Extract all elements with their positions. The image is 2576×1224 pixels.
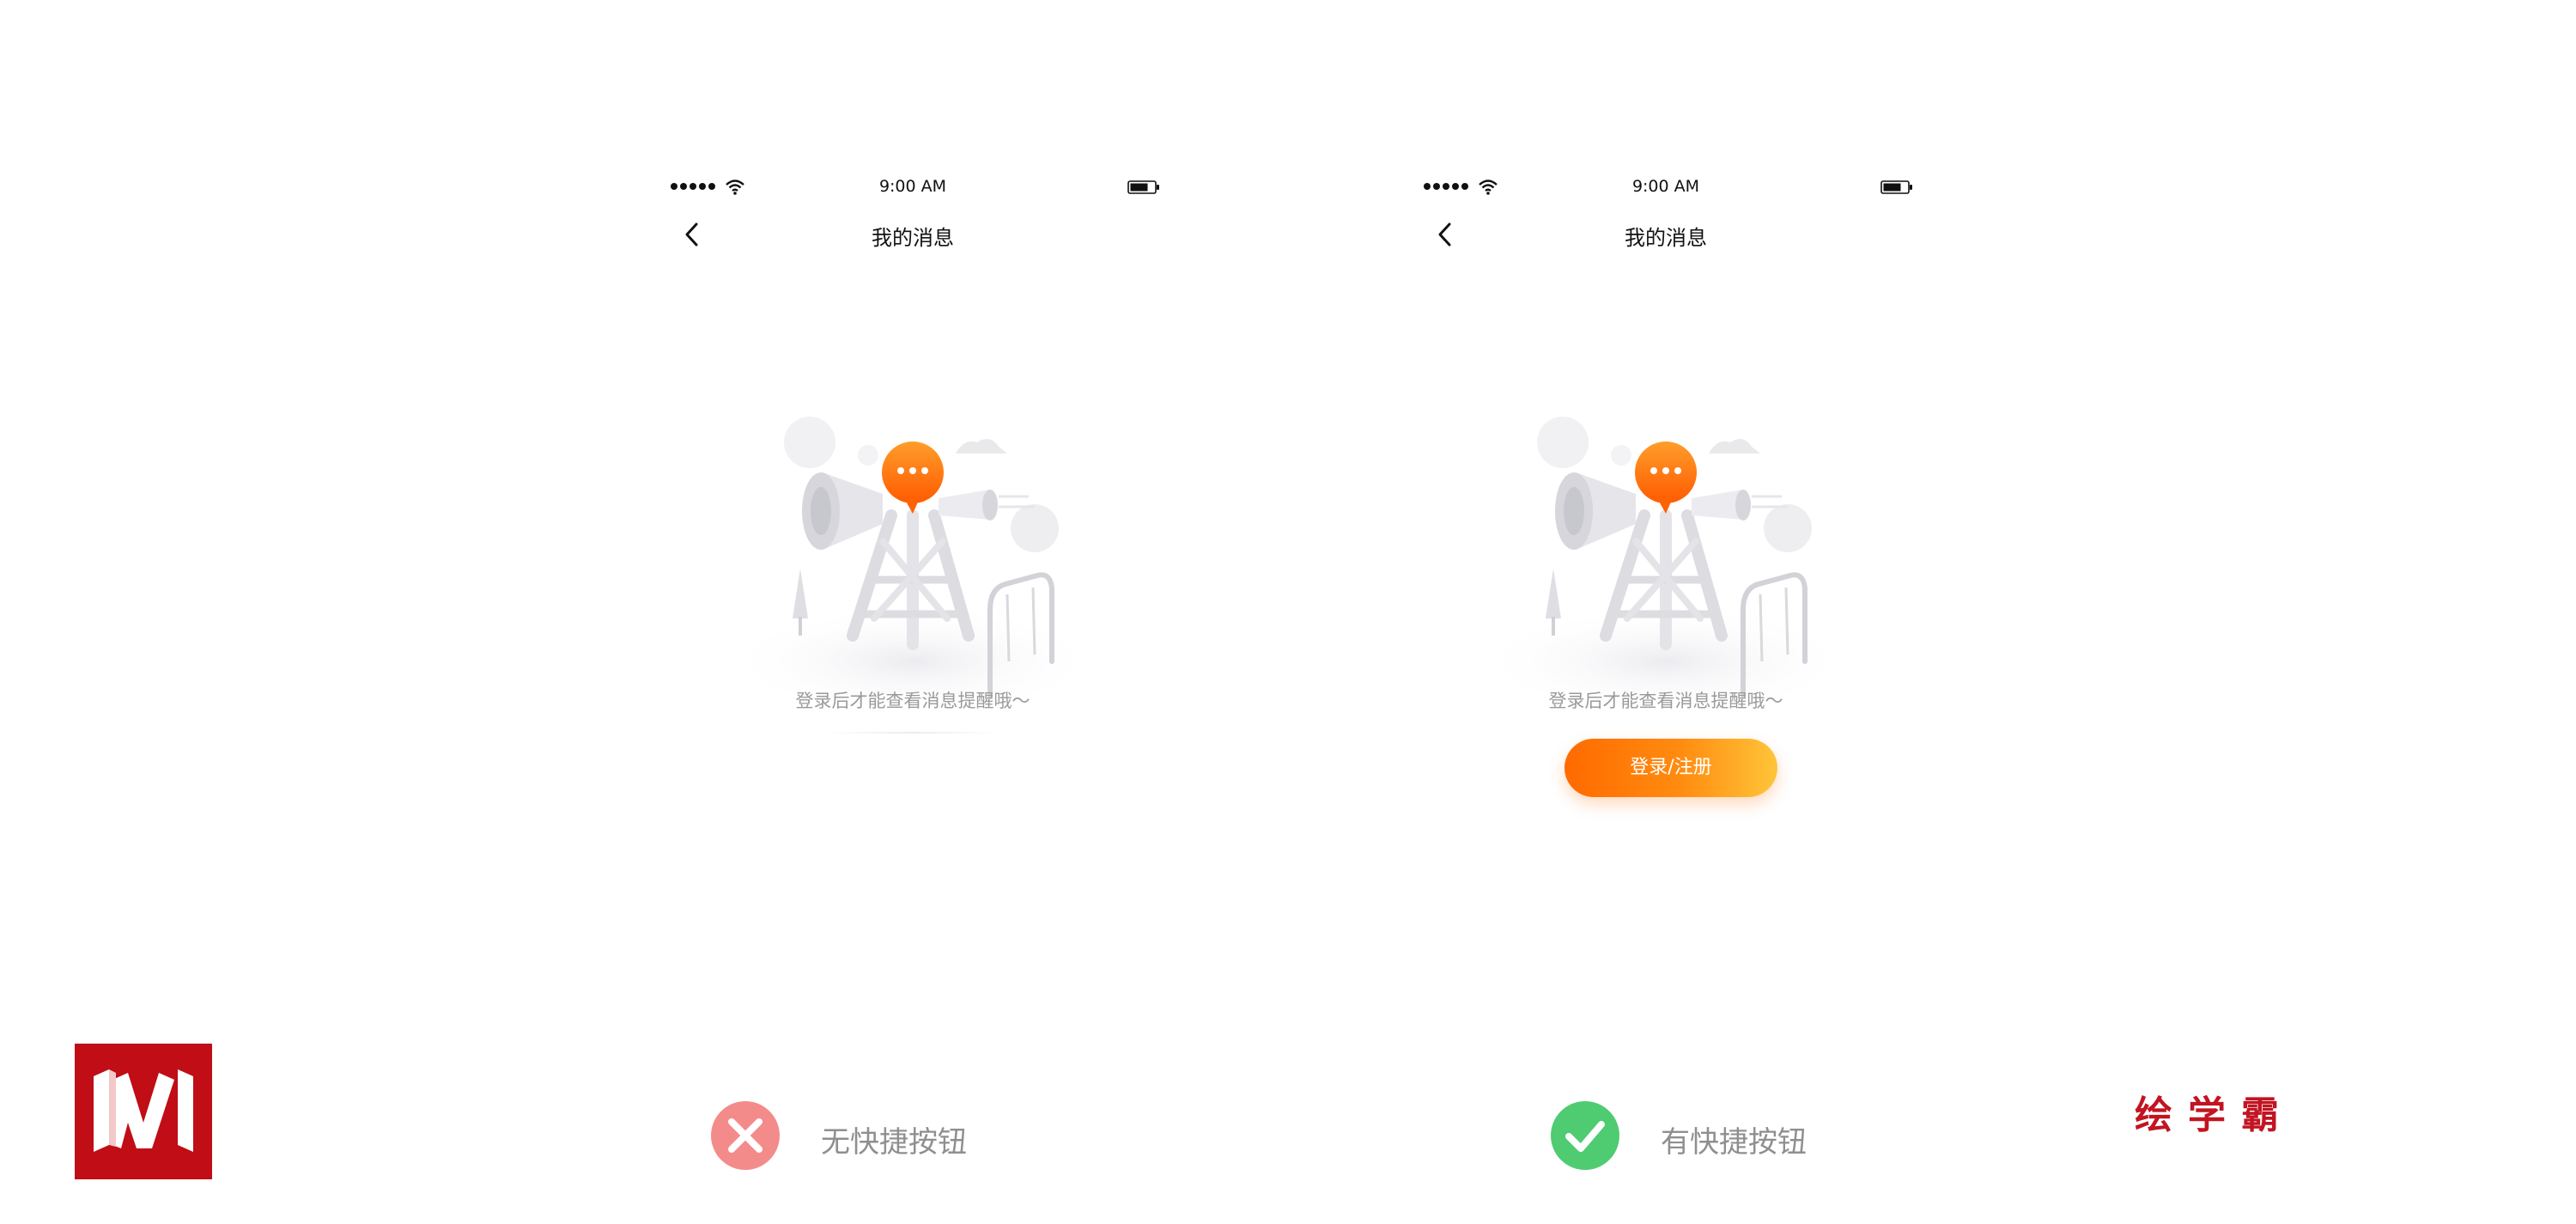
caption-text: 无快捷按钮	[821, 1125, 967, 1160]
cross-icon	[711, 1101, 780, 1170]
empty-state-message: 登录后才能查看消息提醒哦～	[795, 691, 1030, 711]
status-time: 9:00 AM	[1631, 177, 1700, 196]
nav-bar: 我的消息	[664, 213, 1162, 256]
message-divider	[827, 732, 999, 734]
megaphone-tower-illustration	[732, 417, 1093, 713]
status-bar: 9:00 AM	[664, 172, 1162, 203]
phone-screen-left: 9:00 AM 我的消息 登录后才能查看消息提醒哦～	[664, 172, 1162, 910]
empty-state-message: 登录后才能查看消息提醒哦～	[1548, 691, 1783, 711]
status-time: 9:00 AM	[878, 177, 947, 196]
w-logo-icon	[94, 1069, 193, 1152]
brand-logo	[75, 1044, 212, 1179]
caption-text: 有快捷按钮	[1661, 1125, 1807, 1160]
page-title: 我的消息	[1625, 226, 1707, 250]
check-icon	[1551, 1101, 1619, 1170]
megaphone-tower-illustration	[1485, 417, 1846, 713]
nav-bar: 我的消息	[1417, 213, 1915, 256]
page-title: 我的消息	[872, 226, 954, 250]
battery-icon	[1880, 180, 1912, 194]
login-register-button[interactable]: 登录/注册	[1564, 739, 1777, 797]
phone-screen-right: 9:00 AM 我的消息 登录后才能查看消息提醒哦～ 登录/注册	[1417, 172, 1915, 910]
battery-icon	[1127, 180, 1159, 194]
brand-name: 绘学霸	[2135, 1093, 2294, 1137]
status-bar: 9:00 AM	[1417, 172, 1915, 203]
